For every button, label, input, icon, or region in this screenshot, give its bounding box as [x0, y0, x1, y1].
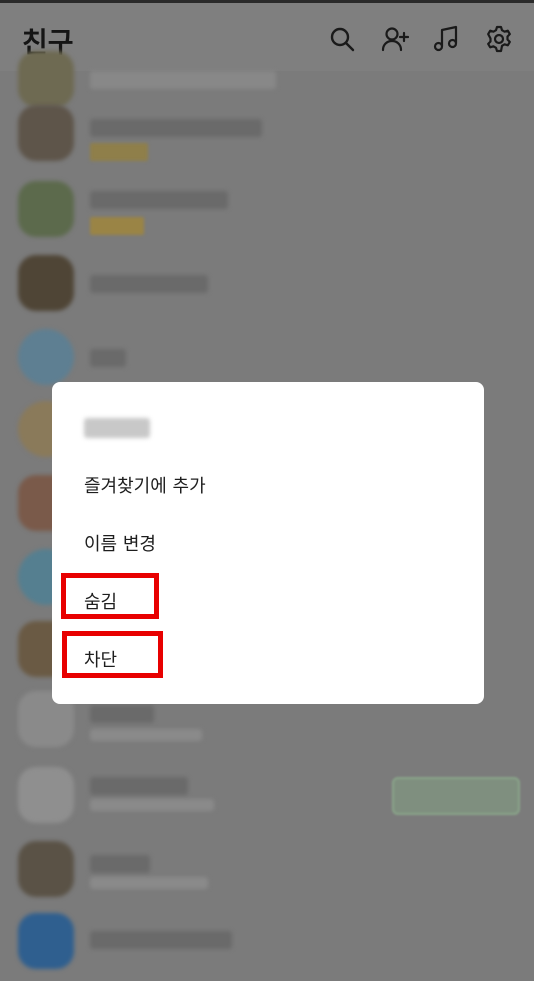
- avatar: [18, 181, 74, 237]
- blurred-name: [90, 71, 276, 89]
- friend-options-dialog: 즐겨찾기에 추가 이름 변경 숨김 차단: [52, 382, 484, 704]
- avatar: [18, 329, 74, 385]
- blurred-name: [90, 349, 126, 367]
- blurred-name: [90, 119, 262, 137]
- hide-highlight-box: [61, 573, 159, 619]
- blurred-status: [90, 877, 208, 889]
- avatar: [18, 51, 74, 107]
- list-item[interactable]: [0, 251, 534, 323]
- blurred-status: [90, 143, 148, 161]
- add-to-favorites-item[interactable]: 즐겨찾기에 추가: [84, 472, 206, 498]
- settings-icon[interactable]: [485, 25, 513, 53]
- list-item[interactable]: [0, 909, 534, 981]
- list-item[interactable]: [0, 837, 534, 909]
- block-highlight-box: [62, 631, 163, 678]
- rename-item[interactable]: 이름 변경: [84, 530, 156, 556]
- list-item[interactable]: [0, 105, 534, 177]
- blurred-status: [90, 799, 214, 811]
- blurred-name: [90, 191, 228, 209]
- blurred-name: [90, 855, 150, 873]
- blurred-action-button[interactable]: [392, 777, 520, 815]
- blurred-name: [90, 275, 208, 293]
- blurred-status: [90, 729, 202, 741]
- avatar: [18, 767, 74, 823]
- avatar: [18, 105, 74, 161]
- avatar: [18, 913, 74, 969]
- blurred-name: [90, 705, 154, 723]
- blurred-status: [90, 217, 144, 235]
- blurred-friend-name: [84, 418, 150, 438]
- list-item[interactable]: [0, 177, 534, 249]
- blurred-name: [90, 931, 232, 949]
- list-item[interactable]: [0, 763, 534, 835]
- avatar: [18, 841, 74, 897]
- add-friend-icon[interactable]: [381, 25, 410, 53]
- blurred-name: [90, 777, 188, 795]
- music-icon[interactable]: [433, 25, 461, 53]
- avatar: [18, 255, 74, 311]
- search-icon[interactable]: [328, 25, 356, 53]
